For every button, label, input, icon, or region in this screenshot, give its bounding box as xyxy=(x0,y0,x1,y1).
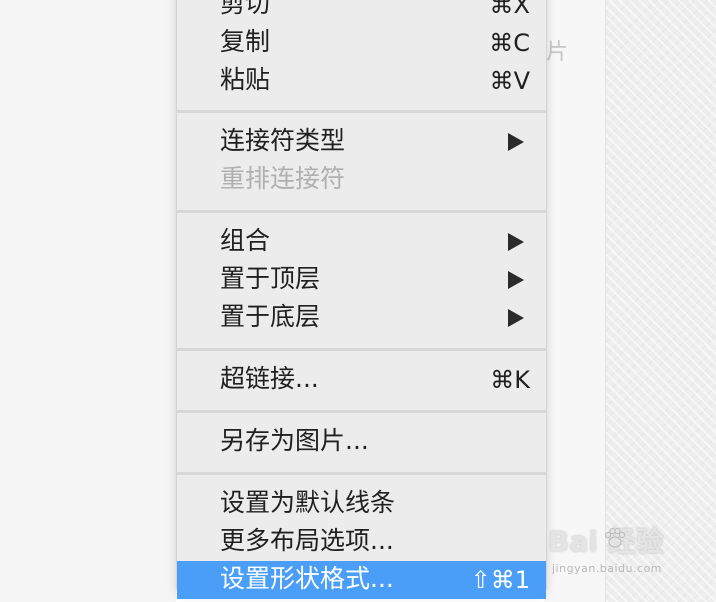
submenu-arrow-icon xyxy=(508,133,524,151)
menu-item-label: 另存为图片... xyxy=(220,426,369,455)
menu-item-label: 复制 xyxy=(220,27,271,56)
menu-item-format-shape[interactable]: 设置形状格式... ⇧⌘1 xyxy=(177,561,546,599)
menu-item-label: 置于底层 xyxy=(220,302,321,331)
document-background-left xyxy=(0,0,176,602)
context-menu: 剪切 ⌘X 复制 ⌘C 粘贴 ⌘V 连接符类型 重排连接符 组合 置于顶层 置于… xyxy=(176,0,547,599)
menu-item-label: 设置形状格式... xyxy=(220,564,394,593)
menu-item-hyperlink[interactable]: 超链接... ⌘K xyxy=(177,361,546,399)
menu-item-bring-to-front[interactable]: 置于顶层 xyxy=(177,261,546,299)
shortcut-label: ⌘V xyxy=(489,67,530,95)
shortcut-label: ⌘K xyxy=(490,366,530,394)
menu-item-label: 连接符类型 xyxy=(220,126,346,155)
submenu-arrow-icon xyxy=(508,271,524,289)
baidu-jingyan-watermark: Bai 经验 jingyan.baidu.com xyxy=(548,520,716,582)
menu-item-label: 更多布局选项... xyxy=(220,526,394,555)
menu-separator xyxy=(177,472,546,475)
menu-separator xyxy=(177,210,546,213)
menu-item-set-default-line[interactable]: 设置为默认线条 xyxy=(177,485,546,523)
document-background-right: 片 xyxy=(544,0,605,602)
menu-separator xyxy=(177,348,546,351)
shortcut-label: ⌘X xyxy=(489,0,530,19)
menu-item-cut[interactable]: 剪切 ⌘X xyxy=(177,0,546,24)
menu-item-group[interactable]: 组合 xyxy=(177,223,546,261)
menu-separator xyxy=(177,110,546,113)
menu-item-label: 剪切 xyxy=(220,0,271,18)
menu-item-label: 超链接... xyxy=(220,364,319,393)
menu-item-copy[interactable]: 复制 ⌘C xyxy=(177,24,546,62)
menu-item-label: 组合 xyxy=(220,226,271,255)
paw-icon xyxy=(604,527,626,548)
menu-item-send-to-back[interactable]: 置于底层 xyxy=(177,299,546,337)
menu-item-paste[interactable]: 粘贴 ⌘V xyxy=(177,62,546,100)
menu-item-label: 重排连接符 xyxy=(220,164,346,193)
menu-item-label: 粘贴 xyxy=(220,65,271,94)
watermark-url: jingyan.baidu.com xyxy=(552,562,663,575)
shortcut-label: ⌘C xyxy=(489,29,530,57)
submenu-arrow-icon xyxy=(508,233,524,251)
menu-separator xyxy=(177,410,546,413)
menu-item-save-as-picture[interactable]: 另存为图片... xyxy=(177,423,546,461)
shortcut-label: ⇧⌘1 xyxy=(470,566,530,594)
menu-item-label: 置于顶层 xyxy=(220,264,321,293)
partial-background-text: 片 xyxy=(546,40,569,65)
textured-background xyxy=(605,0,716,602)
menu-item-connector-type[interactable]: 连接符类型 xyxy=(177,123,546,161)
menu-item-label: 设置为默认线条 xyxy=(220,488,396,517)
submenu-arrow-icon xyxy=(508,309,524,327)
menu-item-reroute-connectors: 重排连接符 xyxy=(177,161,546,199)
menu-item-more-layout-options[interactable]: 更多布局选项... xyxy=(177,523,546,561)
